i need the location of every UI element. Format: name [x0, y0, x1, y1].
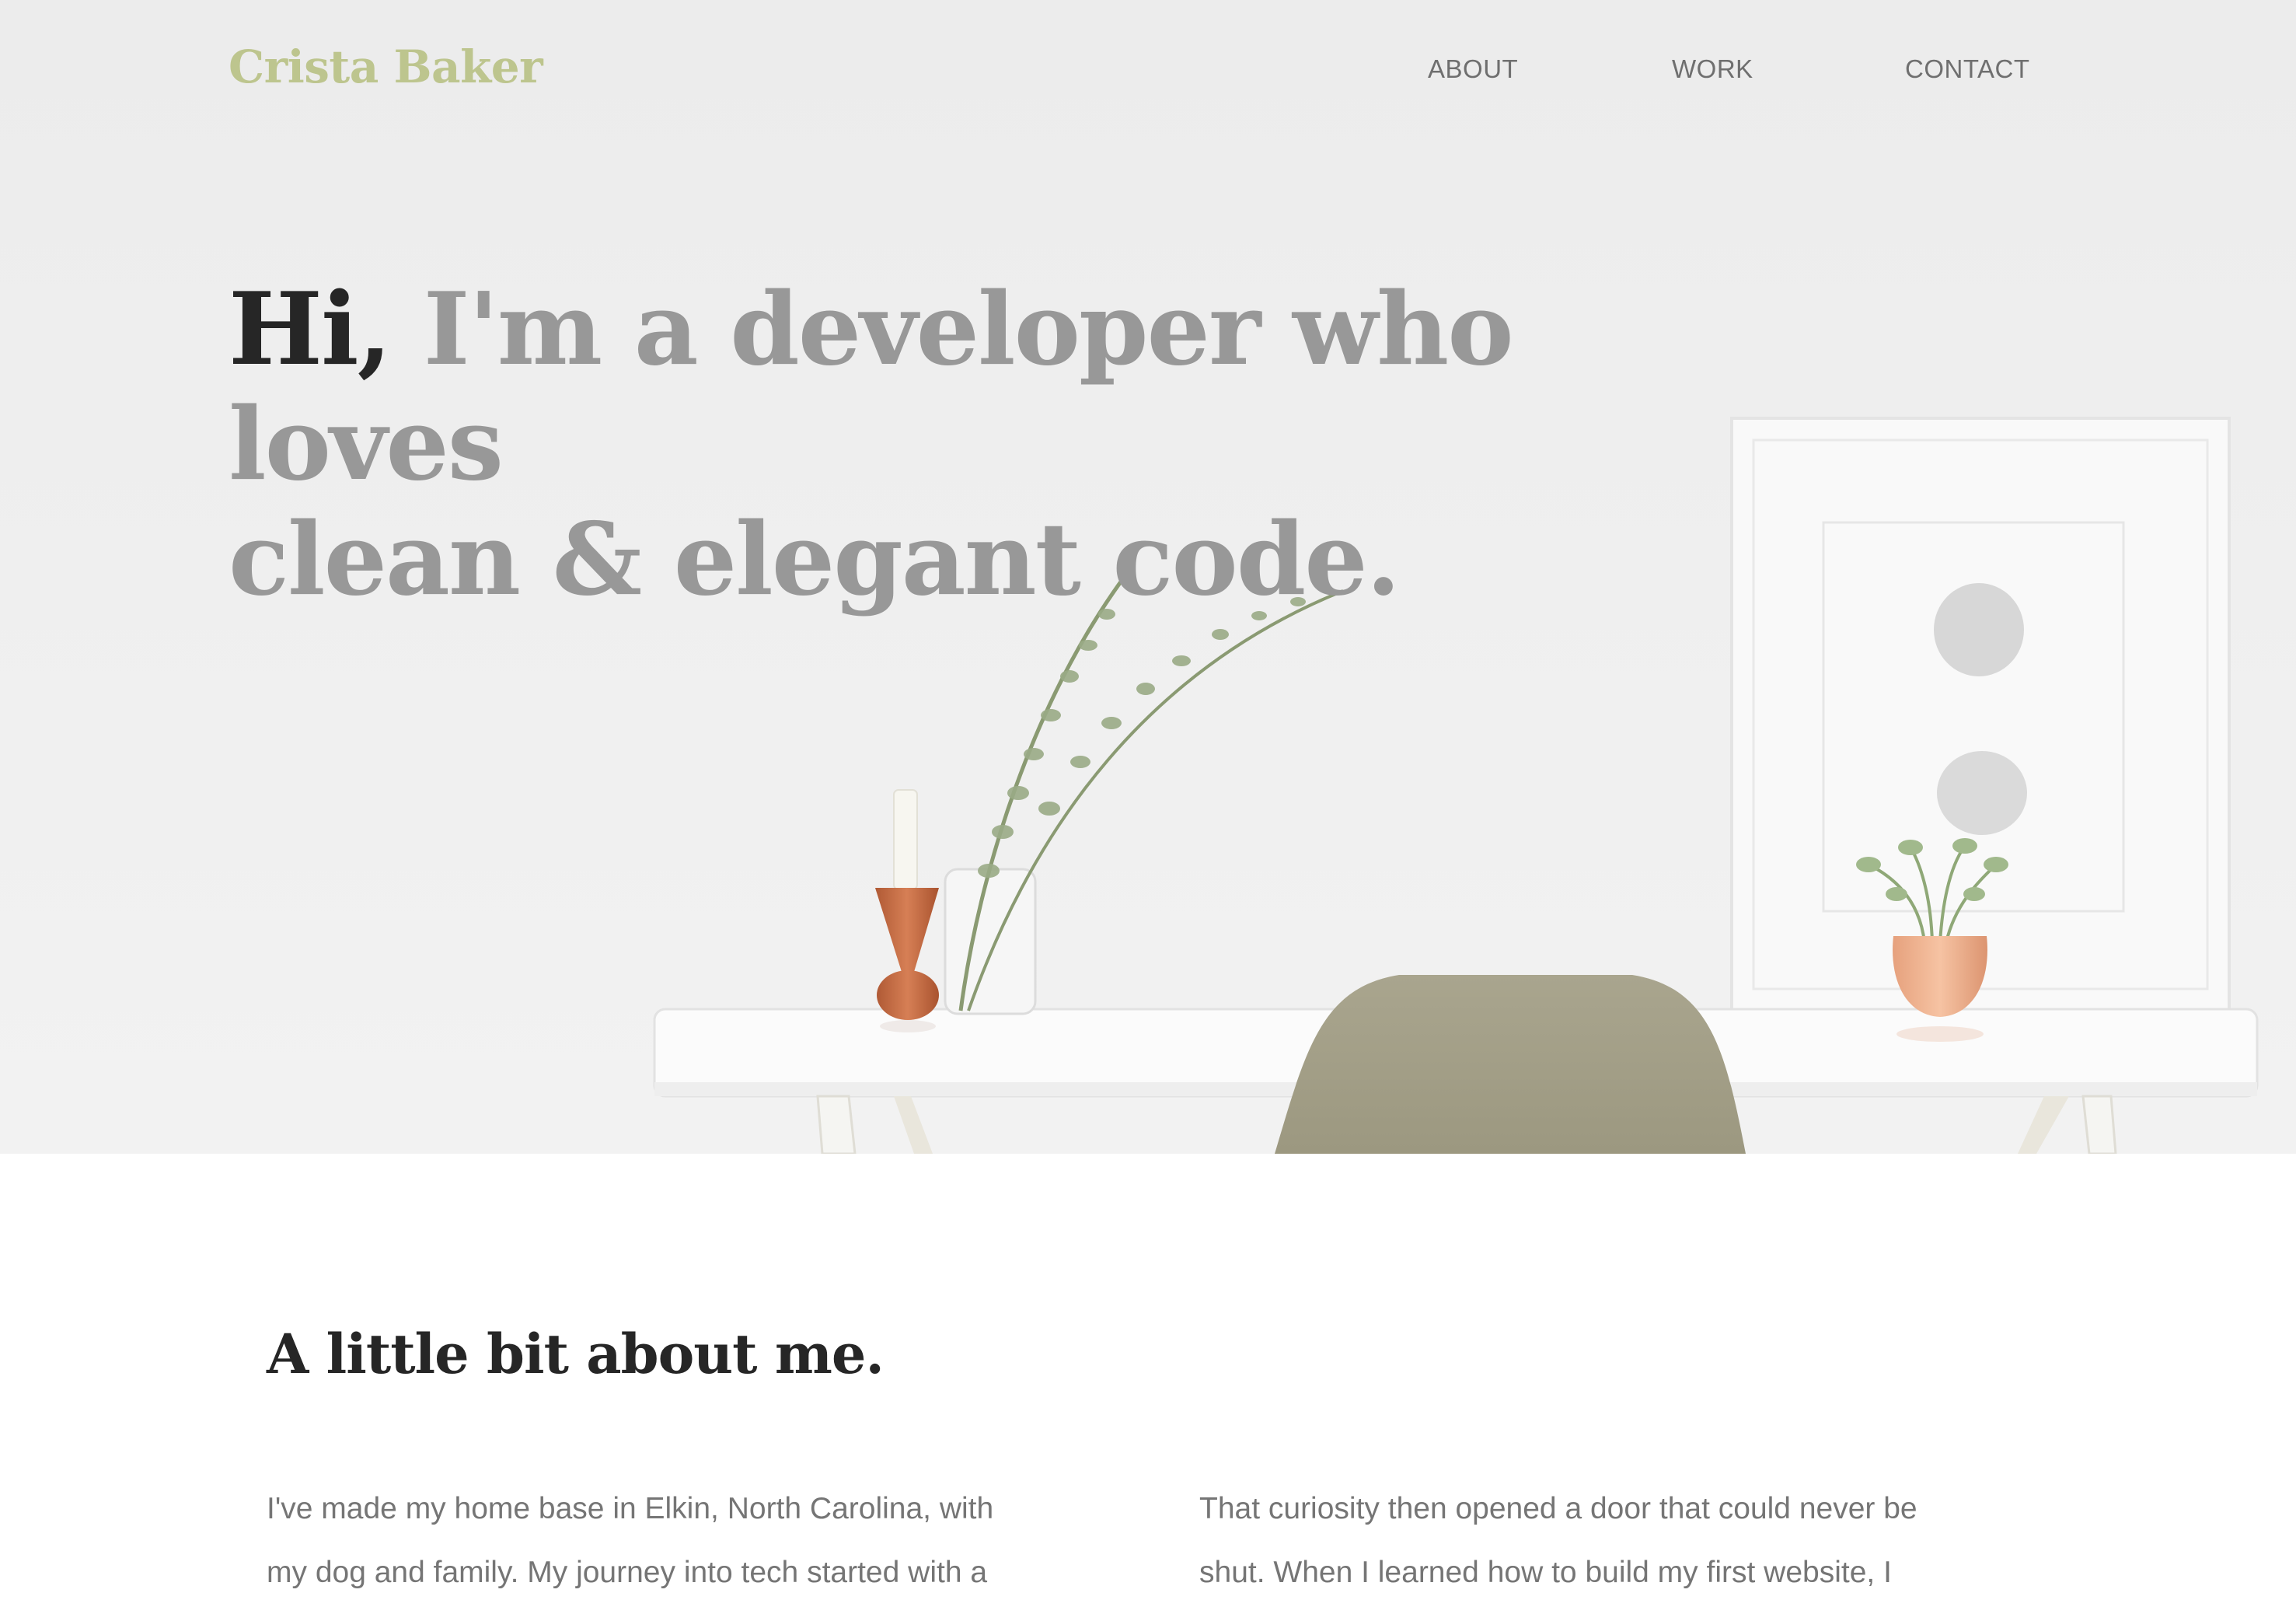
picture-frame: [1730, 417, 2231, 1012]
about-right-line-2: shut. When I learned how to build my fir…: [1199, 1556, 1892, 1589]
headline-line-1: I'm a developer who loves: [229, 271, 1514, 503]
chair: [1275, 975, 1746, 1154]
about-paragraph-right: That curiosity then opened a door that c…: [1199, 1477, 1977, 1605]
about-title: A little bit about me.: [267, 1322, 885, 1386]
nav-link-work[interactable]: WORK: [1672, 54, 1753, 84]
nav-link-contact[interactable]: CONTACT: [1905, 54, 2030, 84]
about-left-line-1: I've made my home base in Elkin, North C…: [267, 1492, 994, 1525]
about-right-line-1: That curiosity then opened a door that c…: [1199, 1492, 1917, 1525]
hero-headline: Hi, I'm a developer who loves clean & el…: [229, 272, 1783, 617]
hero-section: Crista Baker ABOUT WORK CONTACT Hi, I'm …: [0, 0, 2296, 1154]
nav-link-about[interactable]: ABOUT: [1428, 54, 1518, 84]
about-left-line-2: my dog and family. My journey into tech …: [267, 1556, 988, 1589]
site-logo[interactable]: Crista Baker: [229, 40, 543, 93]
about-paragraph-left: I've made my home base in Elkin, North C…: [267, 1477, 1044, 1605]
headline-line-2: clean & elegant code.: [229, 501, 1401, 618]
headline-greeting: Hi,: [229, 271, 392, 388]
